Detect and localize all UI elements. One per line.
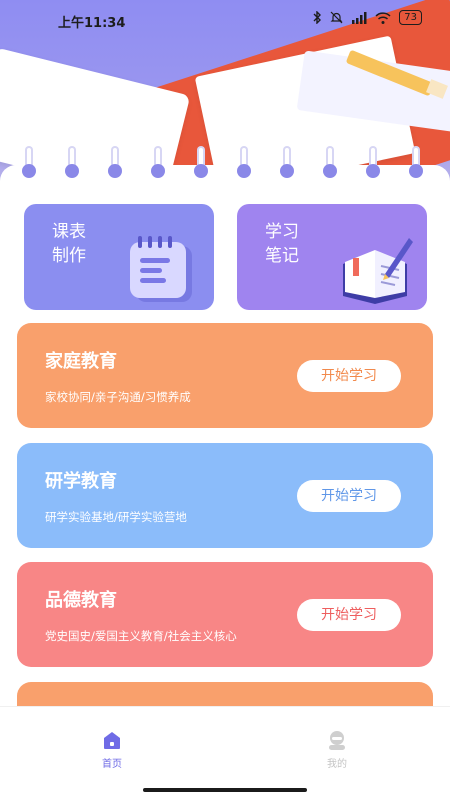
ring-decoration — [409, 146, 423, 180]
status-time: 上午11:34 — [58, 16, 126, 31]
nav-item-home[interactable]: 首页 — [82, 729, 142, 770]
mute-icon — [330, 11, 343, 24]
course-title: 家庭教育 — [45, 351, 117, 372]
page-title: 首页 — [20, 64, 70, 92]
schedule-maker-label: 课表 制作 — [52, 220, 112, 268]
signal-icon — [352, 11, 367, 24]
ring-decoration — [366, 146, 380, 180]
wifi-icon — [375, 11, 391, 24]
schedule-maker-label-line2: 制作 — [52, 246, 86, 266]
notepad-icon — [130, 236, 192, 302]
start-learning-button[interactable]: 开始学习 — [297, 480, 401, 512]
start-learning-button[interactable]: 开始学习 — [297, 599, 401, 631]
study-notes-label-line2: 笔记 — [265, 246, 299, 266]
status-icons: 73 — [313, 10, 422, 25]
ring-decoration — [108, 146, 122, 180]
nav-me-label: 我的 — [327, 759, 347, 770]
open-book-icon — [343, 238, 413, 304]
study-notes-label-line1: 学习 — [265, 222, 299, 242]
bluetooth-icon — [313, 11, 322, 24]
ring-decoration — [237, 146, 251, 180]
status-bar: 上午11:34 73 — [0, 0, 450, 40]
ring-decoration — [22, 146, 36, 180]
nav-item-me[interactable]: 我的 — [307, 729, 367, 770]
course-card-study-tour[interactable]: 研学教育 研学实验基地/研学实验营地 开始学习 — [17, 443, 433, 548]
study-notes-label: 学习 笔记 — [265, 220, 325, 268]
course-subtitle: 家校协同/亲子沟通/习惯养成 — [45, 390, 191, 404]
battery-icon: 73 — [399, 10, 422, 25]
course-title: 研学教育 — [45, 471, 117, 492]
ring-decoration — [323, 146, 337, 180]
course-subtitle: 党史国史/爱国主义教育/社会主义核心 — [45, 629, 237, 643]
home-indicator — [143, 788, 307, 792]
schedule-maker-label-line1: 课表 — [52, 222, 86, 242]
notebook-rings — [0, 146, 450, 180]
ring-decoration — [65, 146, 79, 180]
course-card-moral[interactable]: 品德教育 党史国史/爱国主义教育/社会主义核心 开始学习 — [17, 562, 433, 667]
course-subtitle: 研学实验基地/研学实验营地 — [45, 510, 187, 524]
ring-decoration — [280, 146, 294, 180]
nav-home-label: 首页 — [102, 759, 122, 770]
ring-decoration — [151, 146, 165, 180]
schedule-maker-tile[interactable]: 课表 制作 — [24, 204, 214, 310]
start-learning-button[interactable]: 开始学习 — [297, 360, 401, 392]
study-notes-tile[interactable]: 学习 笔记 — [237, 204, 427, 310]
course-title: 品德教育 — [45, 590, 117, 611]
course-card-family[interactable]: 家庭教育 家校协同/亲子沟通/习惯养成 开始学习 — [17, 323, 433, 428]
bottom-nav: 首页 我的 — [0, 706, 450, 800]
home-icon — [104, 732, 120, 749]
ring-decoration — [194, 146, 208, 180]
profile-icon — [329, 731, 345, 750]
